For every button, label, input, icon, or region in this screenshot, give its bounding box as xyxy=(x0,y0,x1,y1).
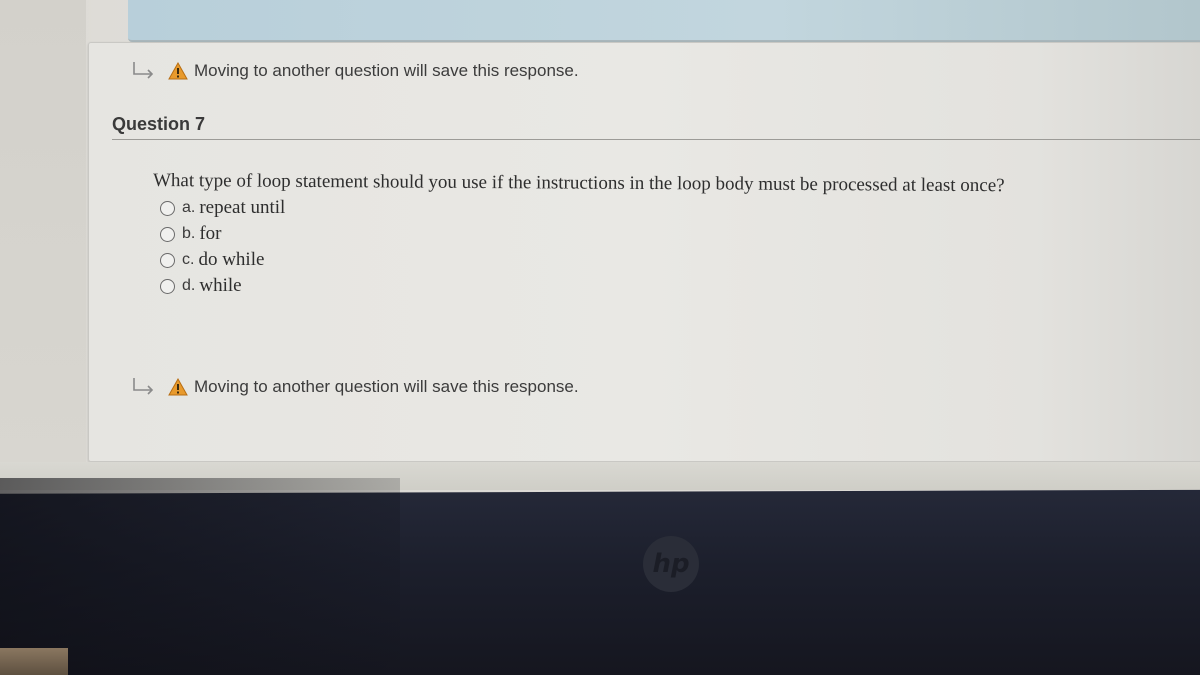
option-text: while xyxy=(199,275,242,296)
save-notice-top: Moving to another question will save thi… xyxy=(130,60,579,82)
left-page-margin xyxy=(0,0,86,490)
save-notice-bottom: Moving to another question will save thi… xyxy=(130,376,579,398)
warning-icon xyxy=(168,62,188,80)
desk-surface xyxy=(0,648,68,675)
option-b[interactable]: b. for xyxy=(160,221,285,247)
radio-button[interactable] xyxy=(160,278,175,294)
option-a[interactable]: a. repeat until xyxy=(160,195,285,221)
warning-icon xyxy=(168,378,188,396)
hp-logo-icon: hp xyxy=(643,536,699,592)
option-letter: d. xyxy=(182,277,196,294)
option-text: do while xyxy=(198,249,265,270)
radio-button[interactable] xyxy=(160,252,175,268)
option-letter: a. xyxy=(182,199,196,216)
option-d[interactable]: d. while xyxy=(160,273,285,299)
save-notice-text: Moving to another question will save thi… xyxy=(194,377,579,396)
previous-question-panel xyxy=(128,0,1200,42)
option-text: for xyxy=(199,223,222,244)
option-letter: b. xyxy=(182,225,196,242)
radio-button[interactable] xyxy=(160,226,175,242)
option-text: repeat until xyxy=(199,197,286,218)
question-heading: Question 7 xyxy=(112,114,1200,140)
return-arrow-icon xyxy=(133,378,154,395)
option-c[interactable]: c. do while xyxy=(160,247,285,273)
bezel-shadow xyxy=(0,478,400,675)
answer-options: a. repeat until b. for c. do while d. wh… xyxy=(160,195,285,299)
option-letter: c. xyxy=(182,251,195,268)
save-notice-text: Moving to another question will save thi… xyxy=(194,61,579,80)
radio-button[interactable] xyxy=(160,200,175,216)
return-arrow-icon xyxy=(133,62,154,79)
